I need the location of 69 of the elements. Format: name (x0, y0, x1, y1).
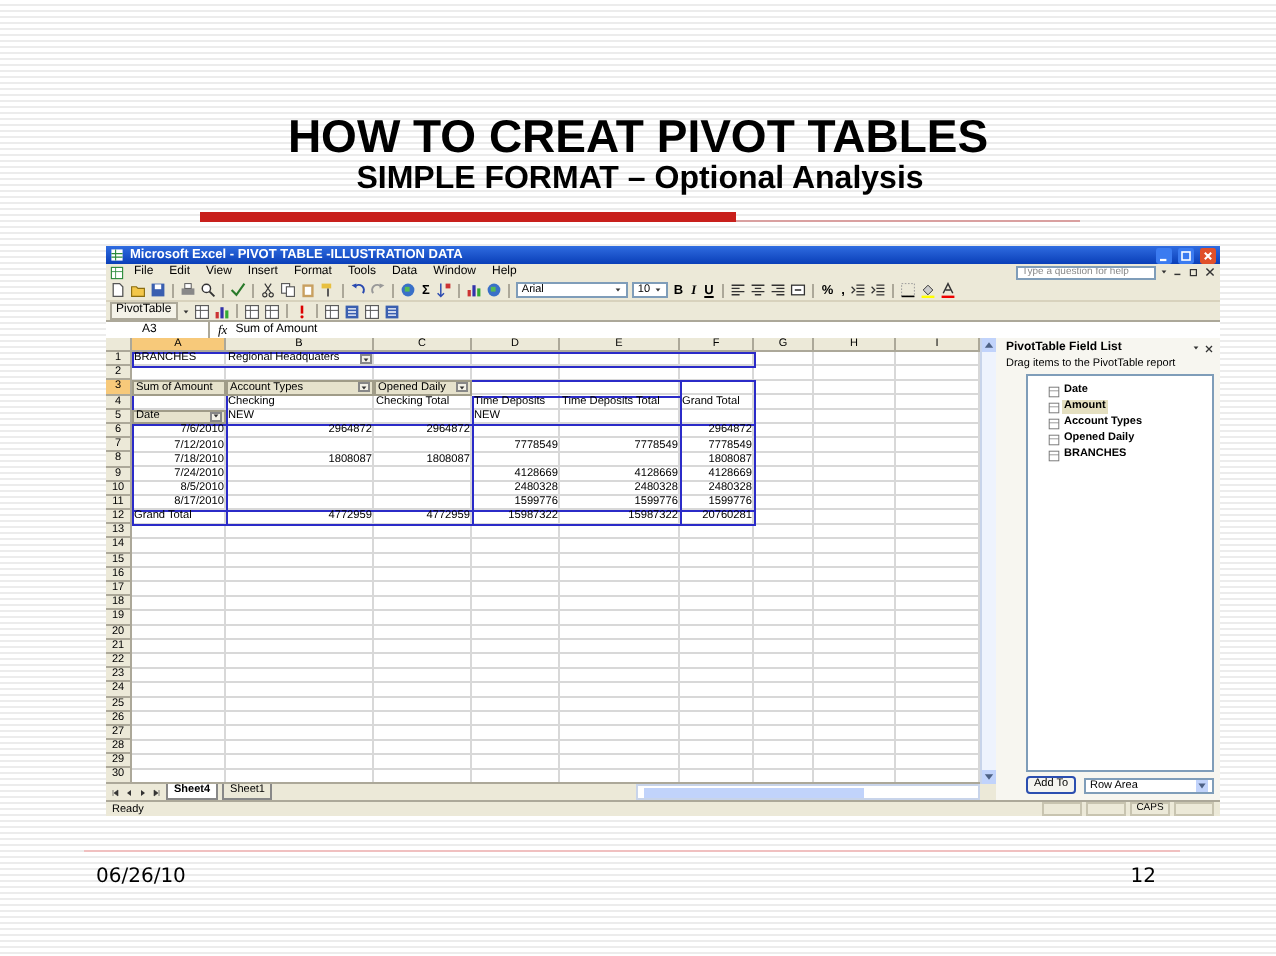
printer-icon[interactable] (180, 282, 196, 299)
down-arrow-icon[interactable] (982, 770, 996, 784)
close-icon[interactable] (1204, 343, 1214, 353)
align-right-icon[interactable] (769, 282, 786, 299)
minimize-icon[interactable] (1156, 247, 1172, 263)
caret-icon (212, 412, 220, 421)
status-panel (1086, 802, 1126, 816)
first-sheet-icon[interactable] (110, 787, 120, 797)
caret-icon (613, 286, 622, 295)
vertical-scrollbar[interactable] (980, 338, 996, 784)
copy-icon[interactable] (280, 282, 296, 299)
align-center-icon[interactable] (749, 282, 766, 299)
globe-icon[interactable] (485, 282, 502, 299)
magnifier-icon[interactable] (200, 282, 216, 299)
slide-title: HOW TO CREAT PIVOT TABLES (285, 110, 991, 162)
table-icon[interactable] (193, 303, 210, 319)
indent-icon[interactable] (850, 282, 867, 299)
page-number: 12 (1130, 866, 1156, 888)
sort-icon[interactable] (435, 282, 452, 299)
table-icon[interactable] (363, 303, 380, 319)
close-icon[interactable] (1204, 266, 1216, 279)
dropdown-button[interactable] (358, 382, 370, 393)
maximize-icon[interactable] (1178, 247, 1194, 263)
dropdown-arrow-icon[interactable] (1196, 779, 1208, 791)
spreadsheet-icon[interactable] (110, 265, 124, 280)
caret-icon (653, 286, 662, 295)
border-icon[interactable] (900, 282, 917, 299)
previous-sheet-icon[interactable] (124, 787, 134, 797)
align-left-icon[interactable] (729, 282, 746, 299)
clipboard-icon[interactable] (300, 282, 316, 299)
dropdown-button[interactable] (210, 411, 222, 422)
slide-date: 06/26/10 (96, 866, 186, 888)
restore-icon[interactable] (1188, 266, 1200, 279)
field-icon (1048, 401, 1060, 413)
field-icon (1048, 417, 1060, 429)
page-icon[interactable] (110, 282, 126, 299)
brush-icon[interactable] (320, 282, 336, 299)
field-list-icon[interactable] (383, 303, 400, 319)
table-icon[interactable] (263, 303, 280, 319)
field-icon (1048, 433, 1060, 445)
table-icon[interactable] (243, 303, 260, 319)
status-panel (1174, 802, 1214, 816)
field-icon (1048, 385, 1060, 397)
field-list-icon[interactable] (343, 303, 360, 319)
field-icon (1048, 449, 1060, 461)
caret-icon (1192, 344, 1200, 352)
next-sheet-icon[interactable] (138, 787, 148, 797)
slide-subtitle: SIMPLE FORMAT – Optional Analysis (356, 162, 924, 198)
globe-icon[interactable] (400, 282, 416, 299)
font-color-icon[interactable] (940, 282, 957, 299)
bar-chart-icon[interactable] (465, 282, 482, 299)
merge-cells-icon[interactable] (789, 282, 806, 299)
spreadsheet-icon (110, 248, 124, 262)
dropdown-button[interactable] (360, 354, 372, 365)
up-arrow-icon[interactable] (982, 338, 996, 352)
bar-chart-icon[interactable] (213, 303, 230, 319)
folder-icon[interactable] (130, 282, 146, 299)
table-icon[interactable] (323, 303, 340, 319)
caret-icon (458, 383, 466, 392)
fill-bucket-icon[interactable] (920, 282, 937, 299)
dropdown-button[interactable] (456, 382, 468, 393)
horizontal-scrollbar[interactable] (636, 784, 980, 800)
caret-icon (360, 383, 368, 392)
scissors-icon[interactable] (260, 282, 276, 299)
indent-icon[interactable] (870, 282, 887, 299)
undo-arrow-icon[interactable] (350, 282, 366, 299)
checkmark-icon[interactable] (230, 282, 246, 299)
last-sheet-icon[interactable] (152, 787, 162, 797)
status-panel (1042, 802, 1082, 816)
